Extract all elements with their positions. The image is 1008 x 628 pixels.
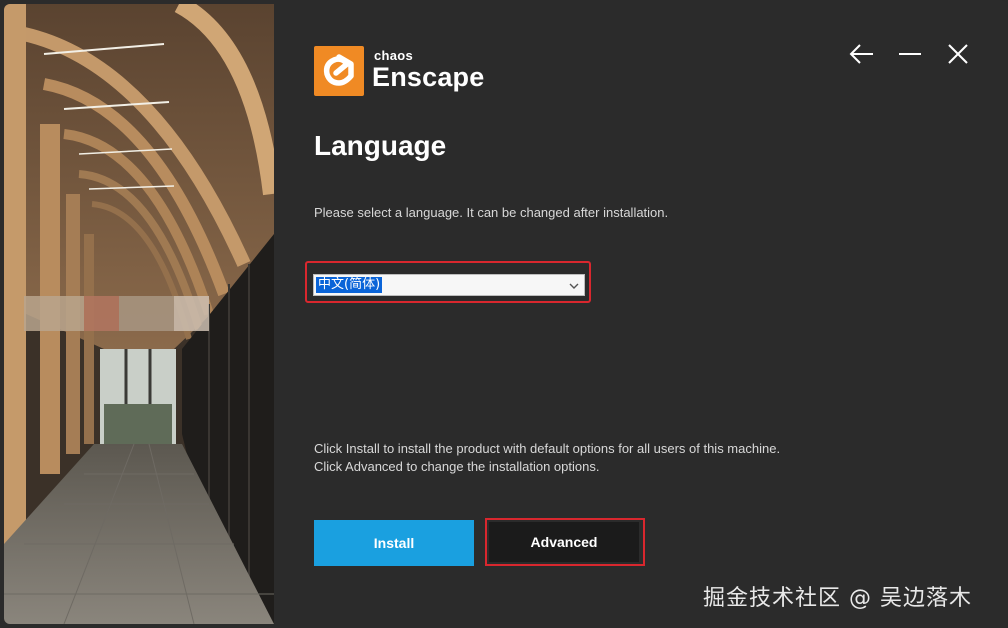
info-line-advanced: Click Advanced to change the installatio… <box>314 459 600 474</box>
hero-image <box>4 4 274 624</box>
enscape-logo-icon <box>314 46 364 96</box>
watermark-text: 掘金技术社区 @ 吴边落木 <box>703 586 972 611</box>
info-line-install: Click Install to install the product wit… <box>314 441 781 456</box>
page-subtitle: Please select a language. It can be chan… <box>314 205 669 220</box>
page-title: Language <box>314 130 447 161</box>
installer-window: chaos Enscape Language Please select a l… <box>0 0 1008 628</box>
language-select-value: 中文(简体) <box>316 277 383 293</box>
chevron-down-icon <box>568 279 580 291</box>
minimize-icon[interactable] <box>894 38 926 70</box>
back-arrow-icon[interactable] <box>846 38 878 70</box>
advanced-button[interactable]: Advanced <box>489 522 639 562</box>
close-icon[interactable] <box>942 38 974 70</box>
language-select[interactable]: 中文(简体) <box>313 274 585 296</box>
brand-company: chaos <box>374 48 414 63</box>
install-button[interactable]: Install <box>314 520 474 566</box>
brand-product: Enscape <box>372 62 485 92</box>
